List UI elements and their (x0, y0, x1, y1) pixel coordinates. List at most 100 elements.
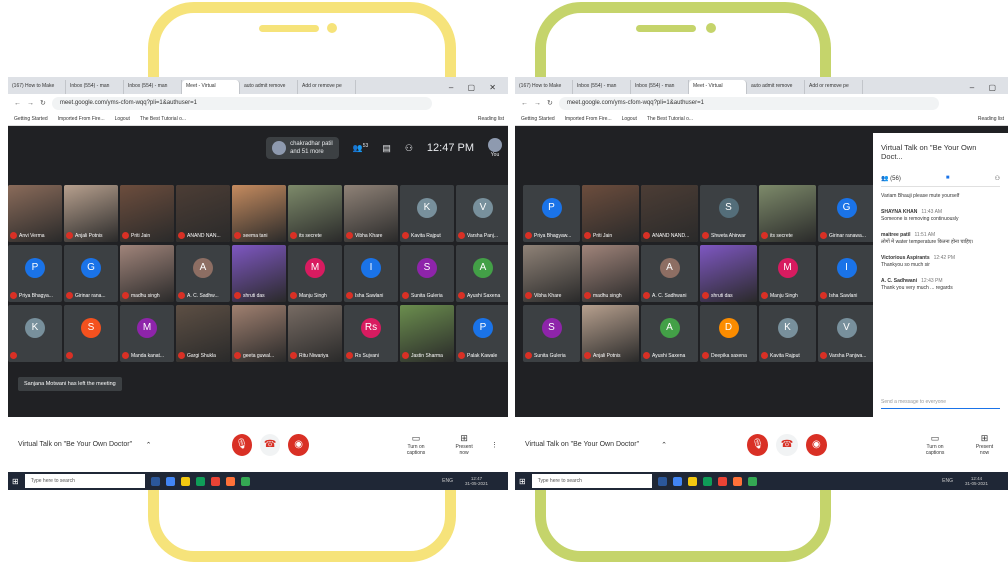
chat-tab[interactable]: ■ (946, 175, 950, 182)
participant-tile[interactable]: shruti das (700, 245, 757, 302)
camera-off-button[interactable]: ◉ (288, 433, 309, 456)
url-field[interactable]: meet.google.com/yms-cfom-wqq?pli=1&authu… (558, 96, 939, 110)
reload-icon[interactable]: ↻ (547, 99, 553, 107)
reading-list[interactable]: Reading list (478, 116, 504, 122)
bookmark[interactable]: Getting Started (521, 116, 555, 122)
taskbar-search[interactable]: Type here to search (531, 474, 652, 488)
people-icon[interactable]: 👥53 (353, 143, 369, 153)
app-icon[interactable] (732, 476, 742, 486)
activities-tab[interactable]: ⚇ (995, 175, 1000, 182)
more-options-icon[interactable]: ⋮ (491, 441, 498, 449)
reload-icon[interactable]: ↻ (40, 99, 46, 107)
browser-tab[interactable]: Inbox (554) - man (66, 80, 124, 94)
participant-tile[interactable]: Ritu Niwariya (288, 305, 342, 362)
activities-icon[interactable]: ⚇ (405, 143, 413, 154)
app-icon[interactable] (210, 476, 220, 486)
app-icon[interactable] (747, 476, 757, 486)
participant-tile[interactable]: madhu singh (582, 245, 639, 302)
participant-tile[interactable]: S Sunita Guleria (523, 305, 580, 362)
participant-tile[interactable]: M Manju Singh (759, 245, 816, 302)
mic-off-button[interactable]: 🎙 (231, 433, 252, 456)
participant-tile[interactable]: Priti Jain (120, 185, 174, 242)
mic-off-button[interactable]: 🎙 (746, 433, 769, 456)
participant-tile[interactable]: V Varsha Panj... (456, 185, 508, 242)
app-icon[interactable] (225, 476, 235, 486)
participant-tile[interactable]: S Shweta Ahirwar (700, 185, 757, 242)
presenter-chip[interactable]: chakradhar patil and 51 more (266, 137, 339, 159)
chevron-up-icon[interactable]: ⌃ (661, 441, 667, 449)
participant-tile[interactable]: G Girinar rana... (64, 245, 118, 302)
app-icon[interactable] (672, 476, 682, 486)
people-tab[interactable]: 👥 (56) (881, 175, 901, 182)
participant-tile[interactable]: geeta guwal... (232, 305, 286, 362)
leave-call-button[interactable]: ☎ (776, 433, 798, 456)
participant-tile[interactable]: its secrete (759, 185, 816, 242)
participant-tile[interactable]: M Manda kanat... (120, 305, 174, 362)
participant-tile[interactable]: A Ayushi Saxena (456, 245, 508, 302)
forward-icon[interactable]: → (534, 100, 541, 107)
leave-call-button[interactable]: ☎ (259, 433, 281, 456)
browser-tab-active[interactable]: Meet - Virtual (182, 80, 240, 94)
browser-tab[interactable]: Add or remove pe (298, 80, 356, 94)
chevron-up-icon[interactable]: ⌃ (146, 441, 152, 449)
participant-tile[interactable]: shruti das (232, 245, 286, 302)
windows-start-icon[interactable]: ⊞ (519, 477, 526, 486)
browser-tab-active[interactable]: Meet - Virtual (689, 80, 747, 94)
participant-tile[interactable]: K (8, 305, 62, 362)
browser-tab[interactable]: Add or remove pe (805, 80, 863, 94)
participant-tile[interactable]: Vibha Khare (344, 185, 398, 242)
participant-tile[interactable]: seema tani (232, 185, 286, 242)
participant-tile[interactable]: D Deepika saxena (700, 305, 757, 362)
bookmark[interactable]: Logout (622, 116, 637, 122)
browser-tab[interactable]: auto admit remove (240, 80, 298, 94)
bookmark[interactable]: Imported From Fire... (565, 116, 612, 122)
participant-tile[interactable]: Anvi Verma (8, 185, 62, 242)
participant-tile[interactable]: Jastin Sharma (400, 305, 454, 362)
meeting-title[interactable]: Virtual Talk on "Be Your Own Doctor" (18, 441, 204, 448)
forward-icon[interactable]: → (27, 100, 34, 107)
chat-input[interactable]: Send a message to everyone (881, 399, 1000, 409)
browser-tab[interactable]: (167) How to Make (515, 80, 573, 94)
app-icon[interactable] (687, 476, 697, 486)
camera-off-button[interactable]: ◉ (805, 433, 828, 456)
back-icon[interactable]: ← (521, 100, 528, 107)
chat-icon[interactable]: ▤ (382, 143, 391, 154)
browser-tab[interactable]: Inbox (554) - man (124, 80, 182, 94)
app-icon[interactable] (702, 476, 712, 486)
participant-tile[interactable]: A A. C. Sadhwani (641, 245, 698, 302)
browser-tab[interactable]: Inbox (554) - man (573, 80, 631, 94)
bookmark[interactable]: Logout (115, 116, 130, 122)
taskbar-search[interactable]: Type here to search (24, 474, 145, 488)
app-icon[interactable] (150, 476, 160, 486)
url-field[interactable]: meet.google.com/yms-cfom-wqq?pli=1&authu… (51, 96, 432, 110)
reading-list[interactable]: Reading list (978, 116, 1004, 122)
browser-tab[interactable]: auto admit remove (747, 80, 805, 94)
participant-tile[interactable]: madhu singh (120, 245, 174, 302)
participant-tile[interactable]: Rs Rs Sujvani (344, 305, 398, 362)
participant-tile[interactable]: S Sunita Guleria (400, 245, 454, 302)
captions-button[interactable]: ▭ Turn on captions (917, 433, 953, 456)
participant-tile[interactable]: Priti Jain (582, 185, 639, 242)
app-icon[interactable] (240, 476, 250, 486)
participant-tile[interactable]: Anjali Potnis (64, 185, 118, 242)
participant-tile[interactable]: I Isha Sawlani (818, 245, 875, 302)
app-icon[interactable] (657, 476, 667, 486)
browser-tab[interactable]: Inbox (554) - man (631, 80, 689, 94)
captions-button[interactable]: ▭ Turn on captions (399, 433, 433, 456)
app-icon[interactable] (165, 476, 175, 486)
window-controls[interactable]: – ▢ (964, 83, 1008, 94)
bookmark[interactable]: The Best Tutorial o... (140, 116, 186, 122)
participant-tile[interactable]: its secrete (288, 185, 342, 242)
app-icon[interactable] (195, 476, 205, 486)
present-button[interactable]: ⊞ Present now (451, 433, 477, 456)
participant-tile[interactable]: M Manju Singh (288, 245, 342, 302)
participant-tile[interactable]: V Varsha Panjwa... (818, 305, 875, 362)
window-controls[interactable]: – ▢ ✕ (443, 83, 508, 94)
participant-tile[interactable]: ANAND NAND... (641, 185, 698, 242)
participant-tile[interactable]: ANAND NAN... (176, 185, 230, 242)
windows-start-icon[interactable]: ⊞ (12, 477, 19, 486)
participant-tile[interactable]: K Kavita Rajput (400, 185, 454, 242)
participant-tile[interactable]: S (64, 305, 118, 362)
participant-tile[interactable]: Vibha Khare (523, 245, 580, 302)
participant-tile[interactable]: A Ayushi Saxena (641, 305, 698, 362)
